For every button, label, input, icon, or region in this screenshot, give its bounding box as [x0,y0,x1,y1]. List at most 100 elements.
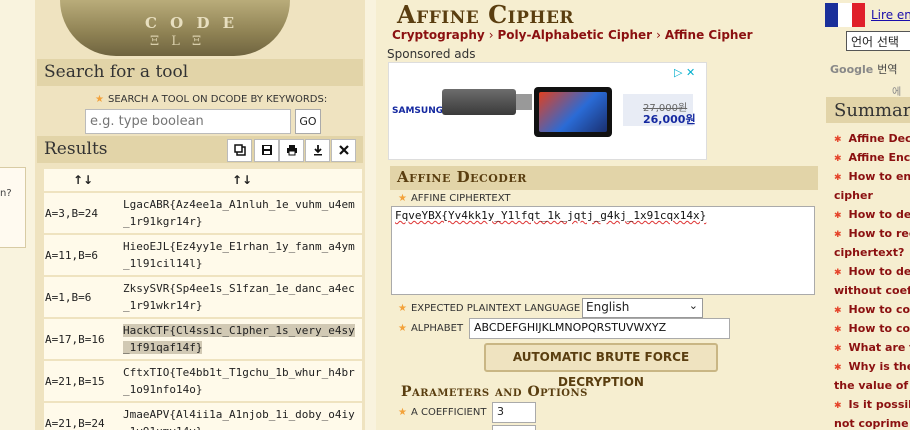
row-key: A=21,B=15 [44,361,122,401]
row-value: LgacABR{Az4ee1a_A1nluh_1e_vuhm_u4em_1r91… [122,193,362,233]
table-row: A=21,B=24 JmaeAPV{Al4ii1a_A1njob_1i_doby… [44,403,362,430]
row-value: JmaeAPV{Al4ii1a_A1njob_1i_doby_o4iy_1v91… [122,403,362,430]
search-input[interactable] [85,109,291,134]
print-button[interactable] [279,139,304,162]
breadcrumb-cryptography[interactable]: Cryptography [392,28,485,42]
column-separator [365,0,376,430]
breadcrumb: Cryptography › Poly-Alphabetic Cipher › Affi… [392,28,753,42]
page-title: Affine Cipher [397,0,574,29]
ciphertext-textarea[interactable]: FqveYBX{Yv4kk1y_Y1lfqt_1k_jqtj_g4kj_1x91… [391,206,815,295]
usb-drive-tip [516,94,532,110]
language-picker[interactable]: 언어 선택 [846,31,910,51]
ad-banner[interactable]: SAMSUNG 27,000원 26,000원 ▷ ✕ [388,62,707,160]
summary-link-text: How to decr [848,208,910,221]
download-icon [313,145,322,156]
copy-button[interactable] [227,139,252,162]
download-button[interactable] [305,139,330,162]
bullet-icon: ✱ [834,344,842,354]
summary-link[interactable]: ✱ How to com [834,322,910,335]
alphabet-input[interactable]: ABCDEFGHIJKLMNOPQRSTUVWXYZ [469,318,730,339]
summary-link[interactable]: ✱ Why is there [834,360,910,373]
cube-letters-bottom: Ξ L Ξ [150,34,206,49]
results-title: Results [44,139,108,159]
summary-link-cont[interactable]: cipher [834,189,873,202]
bullet-icon: ✱ [834,173,842,183]
bullet-icon: ✱ [834,230,842,240]
sort-value-header[interactable]: ↑↓ [122,169,362,191]
go-button[interactable]: GO [295,109,321,134]
summary-link-text: How to reco [848,227,910,240]
summary-link[interactable]: ✱ How to reco [834,227,910,240]
star-icon: ★ [398,323,407,334]
brute-force-button[interactable]: AUTOMATIC BRUTE FORCE DECRYPTION [484,343,718,389]
table-row: A=1,B=6 ZksySVR{Sp4ee1s_S1fzan_1e_danc_a… [44,277,362,317]
breadcrumb-affine-cipher[interactable]: Affine Cipher [665,28,753,42]
bullet-icon: ✱ [834,135,842,145]
table-row: A=11,B=6 HieoEJL{Ez4yy1e_E1rhan_1y_fanm_… [44,235,362,275]
save-button[interactable] [254,139,279,162]
keyword-label-text: SEARCH A TOOL ON DCODE BY KEYWORDS: [107,94,328,105]
summary-link-cont[interactable]: without coeffic [834,284,910,297]
star-icon: ★ [398,303,407,314]
french-flag-icon[interactable] [825,3,865,27]
ad-choices-icon[interactable]: ▷ ✕ [674,66,695,79]
summary-link[interactable]: ✱ What are the [834,341,910,354]
summary-link[interactable]: ✱ How to encr [834,170,910,183]
sort-key-header[interactable]: ↑↓ [44,169,122,191]
language-select[interactable]: English ⌄ [582,298,703,318]
row-key: A=17,B=16 [44,319,122,359]
alphabet-label: ★ ALPHABET [398,323,463,334]
close-button[interactable] [331,139,356,162]
row-value: HieoEJL{Ez4yy1e_E1rhan_1y_fanm_a4ym_1l91… [122,235,362,275]
breadcrumb-poly-alphabetic[interactable]: Poly-Alphabetic Cipher [498,28,653,42]
ciphertext-label: ★ AFFINE CIPHERTEXT [398,193,510,204]
sponsored-label: Sponsored ads [387,47,476,61]
dcode-logo-cube: C O D E Ξ L Ξ [60,0,290,56]
usb-drive-image [442,89,516,115]
lire-en-link[interactable]: Lire en [871,8,910,22]
bullet-icon: ✱ [834,154,842,164]
summary-link[interactable]: ✱ Affine Enco [834,151,910,164]
bullet-icon: ✱ [834,401,842,411]
a-coefficient-input[interactable]: 3 [492,402,536,423]
params-title-text: Parameters and Options [401,384,588,400]
bullet-icon: ✱ [834,268,842,278]
summary-link-text: How to com [848,322,910,335]
summary-link[interactable]: ✱ Affine Deco [834,132,910,145]
ad-brand: SAMSUNG [392,106,444,116]
ciphertext-label-text: AFFINE CIPHERTEXT [410,193,511,204]
row-value: CftxTIO{Te4bb1t_T1gchu_1b_whur_h4br_1o91… [122,361,362,401]
summary-link[interactable]: ✱ How to com [834,303,910,316]
page-title-text: Affine Cipher [397,0,575,29]
summary-link-text: What are the [848,341,910,354]
row-key: A=11,B=6 [44,235,122,275]
selected-text: HackCTF{Cl4ss1c_C1pher_1s_very_e4sy_1f91… [123,324,355,354]
summary-link[interactable]: ✱ How to deci [834,265,910,278]
alphabet-label-text: ALPHABET [410,323,464,334]
summary-link-text: How to encr [848,170,910,183]
google-translate: Google 번역 [830,61,898,77]
ad-price-new: 26,000원 [643,113,696,126]
summary-link[interactable]: ✱ Is it possibl [834,398,910,411]
google-logo: Google [830,63,874,76]
language-value: English [586,300,630,314]
bullet-icon: ✱ [834,363,842,373]
b-coefficient-input[interactable] [492,425,536,430]
summary-link-text: Is it possibl [848,398,910,411]
params-title: Parameters and Options [401,384,588,400]
row-value-selected: HackCTF{Cl4ss1c_C1pher_1s_very_e4sy_1f91… [122,319,362,359]
summary-link-text: How to com [848,303,910,316]
summary-link-cont[interactable]: ciphertext? [834,246,904,259]
summary-link-cont[interactable]: not coprime wi [834,417,910,430]
language-label-text: EXPECTED PLAINTEXT LANGUAGE [410,303,581,314]
close-icon [338,145,349,155]
summary-title: Summary [834,100,910,121]
row-key: A=3,B=24 [44,193,122,233]
search-title: Search for a tool [44,62,189,82]
star-icon: ★ [95,94,104,105]
bullet-icon: ✱ [834,306,842,316]
table-row: A=21,B=15 CftxTIO{Te4bb1t_T1gchu_1b_whur… [44,361,362,401]
summary-link-cont[interactable]: the value of A? [834,379,910,392]
breadcrumb-sep: › [656,28,661,42]
summary-link[interactable]: ✱ How to decr [834,208,910,221]
